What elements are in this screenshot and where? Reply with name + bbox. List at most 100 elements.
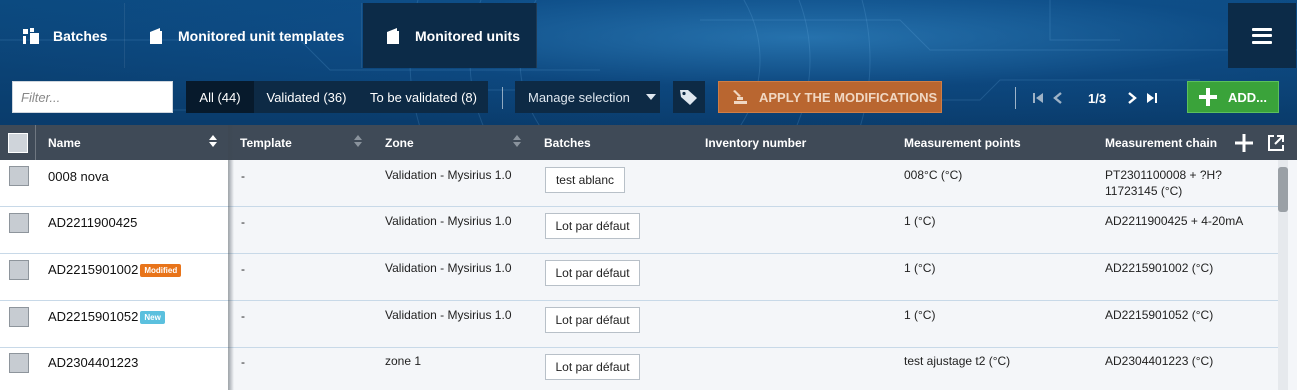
template-cell: - bbox=[241, 169, 245, 183]
pagination: 1/3 bbox=[1015, 87, 1164, 109]
batches-icon bbox=[21, 26, 41, 46]
column-header-measurement-points[interactable]: Measurement points bbox=[904, 125, 1021, 160]
template-cell: - bbox=[241, 215, 245, 229]
zone-cell: Validation - Mysirius 1.0 bbox=[385, 168, 512, 182]
row-checkbox[interactable] bbox=[9, 307, 29, 327]
measurement-chain-cell: PT2301100008 + ?H?11723145 (°C) bbox=[1105, 168, 1222, 198]
frozen-column-shadow bbox=[228, 125, 234, 390]
column-header-template[interactable]: Template bbox=[240, 125, 292, 160]
add-button[interactable]: ADD... bbox=[1187, 81, 1279, 113]
measurement-points-cell: 1 (°C) bbox=[904, 308, 936, 322]
unit-name: AD2211900425 bbox=[48, 215, 137, 230]
unit-name-text: AD2215901052 bbox=[48, 309, 139, 324]
column-header-name[interactable]: Name bbox=[48, 125, 81, 160]
zone-cell: Validation - Mysirius 1.0 bbox=[385, 308, 512, 322]
toolbar: All (44) Validated (36) To be validated … bbox=[0, 78, 1297, 118]
filter-all-button[interactable]: All (44) bbox=[186, 81, 254, 113]
row-checkbox[interactable] bbox=[9, 353, 29, 373]
plus-icon bbox=[1199, 88, 1217, 106]
sort-icon[interactable] bbox=[209, 135, 217, 149]
tab-label: Monitored unit templates bbox=[178, 27, 345, 44]
zone-cell: Validation - Mysirius 1.0 bbox=[385, 214, 512, 228]
filter-validated-button[interactable]: Validated (36) bbox=[254, 81, 359, 113]
batch-button[interactable]: test ablanc bbox=[545, 167, 625, 193]
tab-label: Batches bbox=[53, 27, 108, 44]
stamp-icon bbox=[733, 90, 747, 104]
apply-modifications-button[interactable]: APPLY THE MODIFICATIONS bbox=[718, 81, 942, 113]
main-menu-button[interactable] bbox=[1228, 3, 1296, 68]
template-cell: - bbox=[241, 309, 245, 323]
template-cell: - bbox=[241, 262, 245, 276]
column-header-measurement-chain[interactable]: Measurement chain bbox=[1105, 125, 1217, 160]
first-page-icon[interactable] bbox=[1030, 90, 1046, 106]
toolbar-divider bbox=[502, 87, 503, 109]
external-link-icon[interactable] bbox=[1265, 132, 1287, 154]
new-badge: New bbox=[140, 311, 165, 325]
monitored-units-table: Name Template Zone Batches Inventory num… bbox=[0, 125, 1297, 390]
unit-name-text: AD2211900425 bbox=[48, 215, 138, 230]
row-checkbox[interactable] bbox=[9, 213, 29, 233]
template-cell: - bbox=[241, 355, 245, 369]
select-all-checkbox[interactable] bbox=[8, 133, 28, 153]
hamburger-icon bbox=[1252, 27, 1272, 44]
tag-button[interactable] bbox=[673, 81, 705, 113]
tag-icon bbox=[680, 90, 697, 105]
tab-label: Monitored units bbox=[415, 27, 520, 44]
table-header: Name Template Zone Batches Inventory num… bbox=[0, 125, 1297, 160]
unit-name: AD2215901002 Modified bbox=[48, 262, 182, 278]
sort-icon[interactable] bbox=[513, 135, 521, 149]
unit-name: AD2304401223 bbox=[48, 355, 138, 370]
column-header-zone[interactable]: Zone bbox=[385, 125, 414, 160]
template-icon bbox=[146, 26, 166, 46]
batch-button[interactable]: Lot par défaut bbox=[545, 307, 640, 333]
measurement-chain-cell: AD2304401223 (°C) bbox=[1105, 354, 1214, 368]
tab-monitored-unit-templates[interactable]: Monitored unit templates bbox=[126, 3, 362, 68]
measurement-chain-cell: AD2215901052 (°C) bbox=[1105, 308, 1214, 322]
unit-name: 0008 nova bbox=[48, 169, 109, 184]
batch-button[interactable]: Lot par défaut bbox=[545, 260, 640, 286]
measurement-points-cell: test ajustage t2 (°C) bbox=[904, 354, 1011, 368]
sort-icon[interactable] bbox=[354, 135, 362, 149]
caret-down-icon bbox=[645, 94, 656, 100]
add-label: ADD... bbox=[1228, 89, 1267, 105]
modified-badge: Modified bbox=[140, 264, 182, 278]
vertical-scrollbar-thumb[interactable] bbox=[1278, 167, 1288, 212]
column-header-inventory-number[interactable]: Inventory number bbox=[705, 125, 806, 160]
measurement-points-cell: 008°C (°C) bbox=[904, 168, 963, 182]
add-column-icon[interactable] bbox=[1233, 132, 1255, 154]
unit-name-text: 0008 nova bbox=[48, 169, 109, 184]
apply-label: APPLY THE MODIFICATIONS bbox=[759, 89, 938, 105]
table-row[interactable]: AD2215901052 New - Validation - Mysirius … bbox=[0, 301, 1280, 348]
row-checkbox[interactable] bbox=[9, 166, 29, 186]
zone-cell: Validation - Mysirius 1.0 bbox=[385, 261, 512, 275]
prev-page-icon[interactable] bbox=[1050, 90, 1066, 106]
manage-selection-label: Manage selection bbox=[528, 89, 630, 105]
pager-divider bbox=[1015, 87, 1016, 109]
filter-input[interactable] bbox=[12, 81, 173, 113]
last-page-icon[interactable] bbox=[1144, 90, 1160, 106]
measurement-points-cell: 1 (°C) bbox=[904, 214, 936, 228]
measurement-chain-cell: AD2211900425 + 4-20mA bbox=[1105, 214, 1244, 228]
table-row[interactable]: AD2215901002 Modified - Validation - Mysi… bbox=[0, 254, 1280, 301]
batch-button[interactable]: Lot par défaut bbox=[545, 213, 640, 239]
table-row[interactable]: AD2211900425 - Validation - Mysirius 1.0… bbox=[0, 207, 1280, 254]
unit-name-text: AD2215901002 bbox=[48, 262, 139, 277]
measurement-chain-cell: AD2215901002 (°C) bbox=[1105, 261, 1214, 275]
unit-name-text: AD2304401223 bbox=[48, 355, 139, 370]
measurement-points-cell: 1 (°C) bbox=[904, 261, 936, 275]
tab-monitored-units[interactable]: Monitored units bbox=[363, 3, 537, 68]
table-row[interactable]: AD2304401223 - zone 1 Lot par défaut tes… bbox=[0, 348, 1280, 390]
row-checkbox[interactable] bbox=[9, 260, 29, 280]
batch-button[interactable]: Lot par défaut bbox=[545, 354, 640, 380]
column-header-batches[interactable]: Batches bbox=[544, 125, 591, 160]
unit-name: AD2215901052 New bbox=[48, 309, 165, 325]
tab-batches[interactable]: Batches bbox=[1, 3, 125, 68]
next-page-icon[interactable] bbox=[1124, 90, 1140, 106]
manage-selection-dropdown[interactable]: Manage selection bbox=[515, 81, 660, 113]
page-indicator: 1/3 bbox=[1088, 90, 1107, 106]
table-row[interactable]: 0008 nova - Validation - Mysirius 1.0 te… bbox=[0, 160, 1280, 207]
top-tab-bar: Batches Monitored unit templates Monitor… bbox=[0, 0, 1297, 68]
unit-icon bbox=[383, 26, 403, 46]
zone-cell: zone 1 bbox=[385, 354, 422, 368]
filter-to-be-validated-button[interactable]: To be validated (8) bbox=[359, 81, 488, 113]
